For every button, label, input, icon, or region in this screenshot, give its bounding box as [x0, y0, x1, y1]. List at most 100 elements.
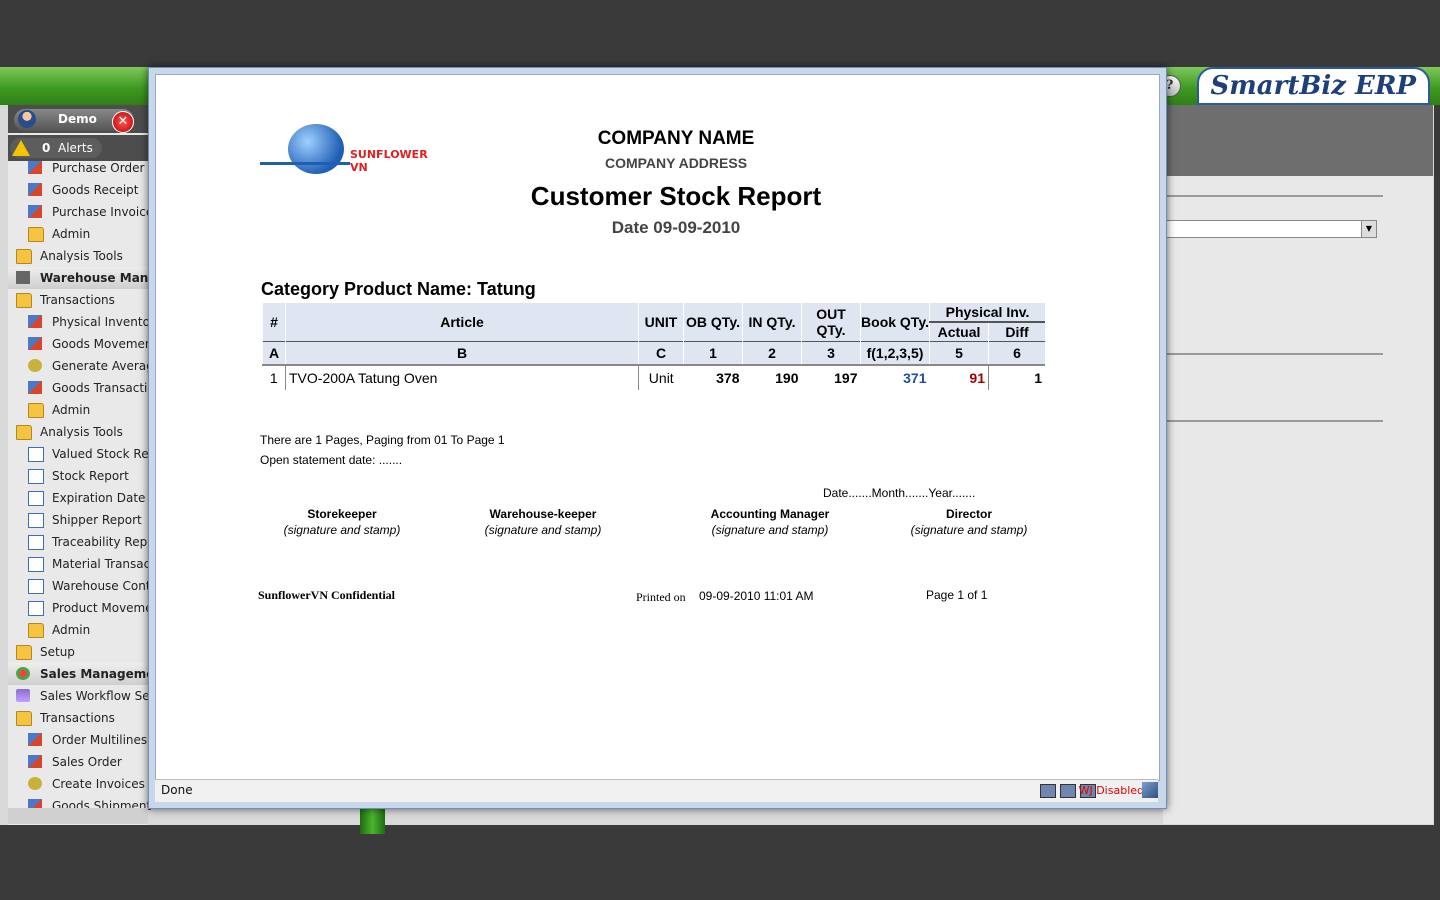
folder-icon	[28, 623, 44, 638]
user-name: Demo	[58, 112, 97, 126]
column-code: B	[285, 340, 639, 365]
report-viewer: SUNFLOWER VN COMPANY NAME COMPANY ADDRES…	[155, 74, 1160, 781]
column-codes-row: A B C 1 2 3 f(1,2,3,5) 5 6	[262, 340, 1045, 365]
cell-out: 197	[834, 370, 858, 386]
signature-warehouse-keeper: Warehouse-keeper (signature and stamp)	[443, 507, 643, 537]
logo-globe-icon	[288, 124, 344, 174]
sidebar-item[interactable]: Generate Averag	[8, 355, 154, 377]
sunflower-logo: SUNFLOWER VN	[260, 120, 435, 180]
sidebar-item[interactable]: Setup	[8, 641, 148, 663]
folder-icon	[16, 711, 32, 726]
sidebar-item[interactable]: Admin	[8, 399, 148, 421]
sidebar-item[interactable]: Goods Transactio	[8, 377, 155, 399]
sidebar-item-label: Setup	[40, 645, 75, 659]
sidebar-item[interactable]: Physical Inventor	[8, 311, 155, 333]
cell-diff: 1	[988, 365, 1045, 390]
workspace-panel	[1163, 176, 1433, 824]
sidebar-item[interactable]: Admin	[8, 619, 148, 641]
col-physical: Physical Inv.	[929, 303, 1045, 323]
sidebar-tree: Purchase Order Goods Receipt Purchase Invo…	[8, 157, 163, 817]
signature-title: Accounting Manager	[710, 507, 830, 521]
footer-confidential: SunflowerVN Confidential	[258, 588, 396, 602]
chevron-down-icon[interactable]: ▼	[1361, 221, 1376, 237]
workflow-icon	[16, 689, 30, 702]
table-row: 1 TVO-200A Tatung Oven Unit 378 190 197 …	[262, 365, 1045, 390]
sidebar-item[interactable]: Transactions	[8, 707, 148, 729]
document-icon	[28, 557, 44, 572]
column-code: 3	[801, 340, 861, 365]
sidebar-item[interactable]: Material Transact	[8, 553, 155, 575]
sidebar-item-label: Expiration Date R	[52, 491, 158, 505]
logout-close-icon[interactable]: ✕	[112, 111, 134, 133]
signature-accounting-manager: Accounting Manager (signature and stamp)	[670, 507, 870, 537]
sidebar-item-label: Transactions	[40, 711, 115, 725]
workspace-select[interactable]: ▼	[1165, 220, 1377, 238]
sidebar-item[interactable]: Purchase Invoice	[8, 201, 153, 223]
sidebar-item[interactable]: Warehouse Cont	[8, 575, 151, 597]
report-window: SUNFLOWER VN COMPANY NAME COMPANY ADDRES…	[148, 67, 1167, 809]
stock-table: # Article UNIT OB QTy. IN QTy. OUT QTy. …	[262, 303, 1045, 390]
sidebar-item[interactable]: Sales Order	[8, 751, 148, 773]
sidebar-item[interactable]: Transactions	[8, 289, 148, 311]
signature-storekeeper: Storekeeper (signature and stamp)	[242, 507, 442, 537]
sidebar-item-label: Sales Workflow Se	[40, 689, 150, 703]
sidebar-item[interactable]: Goods Movement	[8, 333, 157, 355]
edit-icon	[28, 733, 42, 746]
sales-icon	[16, 667, 30, 680]
sidebar-item[interactable]: Traceability Repo	[8, 531, 155, 553]
company-name: COMPANY NAME	[597, 128, 755, 149]
footer-timestamp: 09-09-2010 11:01 AM	[699, 589, 814, 603]
sidebar-item[interactable]: Product Moveme	[8, 597, 153, 619]
sidebar-item[interactable]: Purchase Order	[8, 157, 148, 179]
cell-book: 371	[903, 370, 927, 386]
folder-icon	[28, 227, 44, 242]
column-code: 5	[929, 340, 989, 365]
feather-icon[interactable]	[1142, 782, 1158, 798]
folder-icon	[16, 425, 32, 440]
cell-article: TVO-200A Tatung Oven	[285, 365, 639, 390]
sidebar-item[interactable]: Analysis Tools	[8, 421, 148, 443]
col-actual: Actual	[929, 322, 989, 341]
sidebar-item[interactable]: Admin	[8, 223, 148, 245]
sidebar-item[interactable]: Shipper Report	[8, 509, 148, 531]
edit-icon	[28, 337, 42, 350]
sidebar-item[interactable]: Order Multilines	[8, 729, 148, 751]
grid-icon[interactable]	[1060, 784, 1076, 798]
column-code: 1	[683, 340, 743, 365]
sidebar-item[interactable]: Create Invoices f	[8, 773, 153, 795]
signature-sub: (signature and stamp)	[910, 523, 1028, 537]
divider	[1165, 195, 1383, 197]
sidebar-item[interactable]: Warehouse Mana	[8, 267, 156, 289]
sidebar-item[interactable]: Goods Receipt	[8, 179, 148, 201]
paging-note: There are 1 Pages, Paging from 01 To Pag…	[260, 433, 505, 447]
sidebar-scrollbar[interactable]	[8, 808, 148, 824]
user-pill[interactable]: Demo ✕	[14, 109, 134, 133]
alerts-button[interactable]: 0 Alerts	[10, 138, 102, 158]
document-icon	[28, 513, 44, 528]
sidebar-item[interactable]: Sales Managemen	[8, 663, 163, 685]
sidebar-item-label: Sales Order	[52, 755, 122, 769]
status-bar: Done WJ Disabled	[155, 779, 1158, 802]
sidebar-item[interactable]: Expiration Date R	[8, 487, 158, 509]
sidebar-item-label: Admin	[52, 227, 91, 241]
col-in: IN QTy.	[742, 303, 802, 341]
sidebar-item-label: Analysis Tools	[40, 425, 123, 439]
sidebar-item[interactable]: Analysis Tools	[8, 245, 148, 267]
sidebar-item[interactable]: Stock Report	[8, 465, 148, 487]
cell-ob: 378	[716, 370, 740, 386]
divider	[1165, 420, 1383, 422]
document-icon	[28, 491, 44, 506]
sidebar-item[interactable]: Valued Stock Rep	[8, 443, 156, 465]
date-line: Date.......Month.......Year.......	[823, 486, 976, 500]
folder-icon	[16, 249, 32, 264]
column-code: f(1,2,3,5)	[860, 340, 930, 365]
sidebar-item-label: Purchase Order	[52, 161, 145, 175]
folder-icon	[16, 293, 32, 308]
layout-icon[interactable]	[1040, 784, 1056, 798]
avatar	[18, 110, 36, 128]
col-num: #	[262, 303, 286, 341]
sidebar-item[interactable]: Sales Workflow Se	[8, 685, 150, 707]
col-article: Article	[285, 303, 639, 341]
sidebar-item-label: Valued Stock Rep	[52, 447, 157, 461]
sidebar-item-label: Order Multilines	[52, 733, 148, 747]
